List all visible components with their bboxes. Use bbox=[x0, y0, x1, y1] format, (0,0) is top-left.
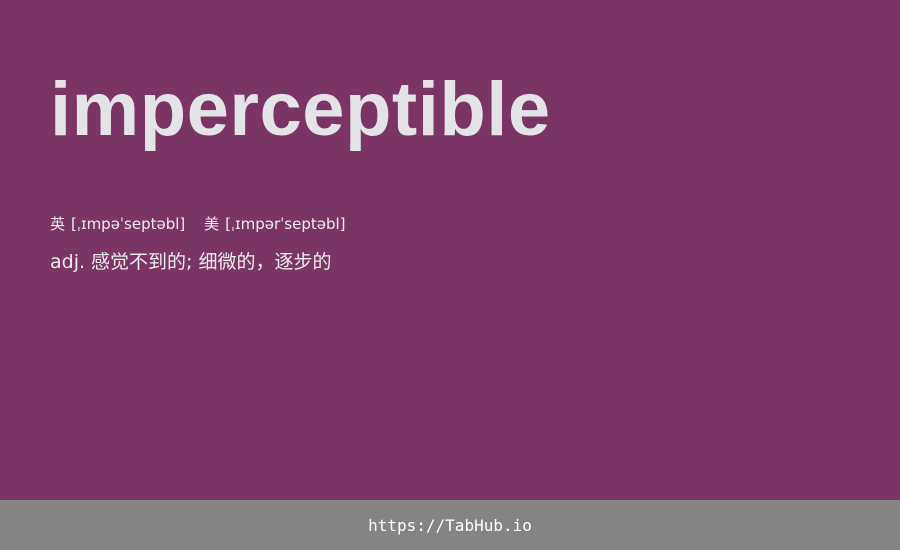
phonetic-us-label: 美 bbox=[204, 215, 220, 233]
definition: adj. 感觉不到的; 细微的，逐步的 bbox=[50, 247, 331, 274]
word-title: imperceptible bbox=[50, 67, 551, 152]
tabhub-link[interactable]: https://TabHub.io bbox=[368, 516, 532, 535]
phonetics: 英 [ˌɪmpəˈseptəbl] 美 [ˌɪmpərˈseptəbl] bbox=[50, 213, 360, 234]
part-of-speech: adj. bbox=[50, 251, 86, 273]
phonetic-uk-label: 英 bbox=[50, 215, 66, 233]
phonetic-uk-ipa: [ˌɪmpəˈseptəbl] bbox=[71, 215, 186, 233]
footer-bar: https://TabHub.io bbox=[0, 500, 900, 550]
phonetic-us: 美 [ˌɪmpərˈseptəbl] bbox=[204, 213, 345, 234]
definition-text: 感觉不到的; 细微的，逐步的 bbox=[91, 251, 332, 273]
word-card: imperceptible 英 [ˌɪmpəˈseptəbl] 美 [ˌɪmpərˈ… bbox=[0, 0, 900, 500]
phonetic-us-ipa: [ˌɪmpərˈseptəbl] bbox=[225, 215, 346, 233]
phonetic-uk: 英 [ˌɪmpəˈseptəbl] bbox=[50, 213, 185, 234]
